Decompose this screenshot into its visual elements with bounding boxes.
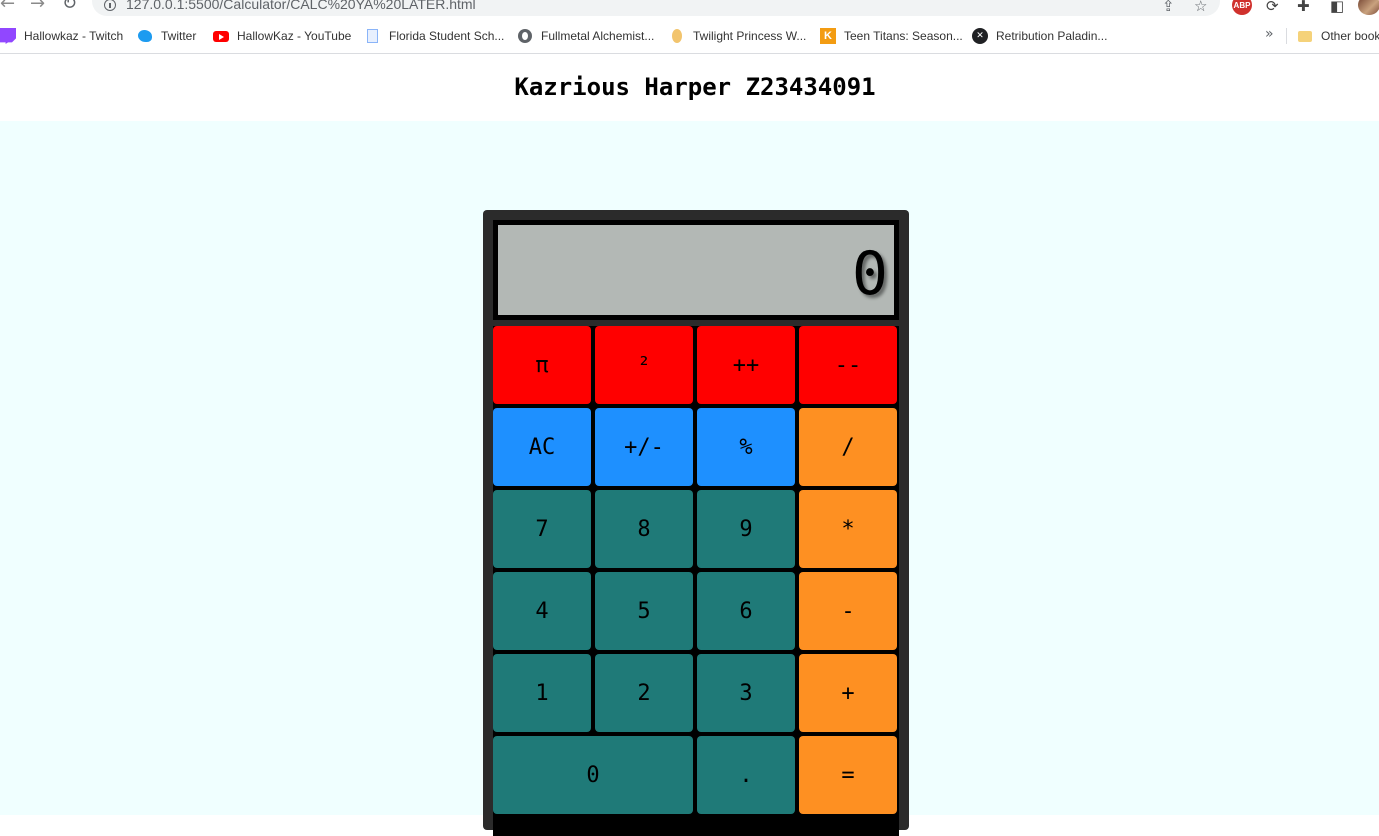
digit-4-button[interactable]: 4 bbox=[493, 572, 591, 650]
url-text[interactable]: 127.0.0.1:5500/Calculator/CALC%20YA%20LA… bbox=[126, 0, 476, 12]
side-panel-icon[interactable]: ◧ bbox=[1330, 0, 1344, 15]
page-header: Kazrious Harper Z23434091 bbox=[0, 55, 1379, 121]
twitter-icon bbox=[137, 28, 153, 44]
bookmark-fullmetal-alchemist[interactable]: Fullmetal Alchemist... bbox=[517, 28, 654, 44]
bookmark-hallowkaz-youtube[interactable]: HallowKaz - YouTube bbox=[213, 28, 351, 44]
digit-1-button[interactable]: 1 bbox=[493, 654, 591, 732]
bookmark-label: Twilight Princess W... bbox=[693, 29, 807, 43]
digit-9-button[interactable]: 9 bbox=[697, 490, 795, 568]
site-info-icon[interactable] bbox=[104, 0, 116, 11]
calculator-display: 0 bbox=[493, 220, 899, 320]
add-button[interactable]: + bbox=[799, 654, 897, 732]
calculator: 0 π ² ++ -- AC +/- % / 7 8 9 * 4 5 6 - 1… bbox=[483, 210, 909, 836]
address-bar-row: ← → ↻ 127.0.0.1:5500/Calculator/CALC%20Y… bbox=[0, 0, 1379, 18]
percent-button[interactable]: % bbox=[697, 408, 795, 486]
bookmark-label: Hallowkaz - Twitch bbox=[24, 29, 124, 43]
extensions-puzzle-icon[interactable]: ✚ bbox=[1297, 0, 1310, 15]
globe-icon bbox=[517, 28, 533, 44]
forward-arrow-icon[interactable]: → bbox=[30, 0, 45, 13]
x-circle-icon bbox=[972, 28, 988, 44]
equals-button[interactable]: = bbox=[799, 736, 897, 814]
youtube-icon bbox=[213, 28, 229, 44]
bookmark-label: Florida Student Sch... bbox=[389, 29, 505, 43]
digit-6-button[interactable]: 6 bbox=[697, 572, 795, 650]
pi-button[interactable]: π bbox=[493, 326, 591, 404]
moon-icon bbox=[669, 28, 685, 44]
multiply-button[interactable]: * bbox=[799, 490, 897, 568]
digit-3-button[interactable]: 3 bbox=[697, 654, 795, 732]
decimal-button[interactable]: . bbox=[697, 736, 795, 814]
document-icon bbox=[365, 28, 381, 44]
keypad: π ² ++ -- AC +/- % / 7 8 9 * 4 5 6 - 1 2… bbox=[493, 326, 899, 836]
bookmark-label: Fullmetal Alchemist... bbox=[541, 29, 655, 43]
bookmark-florida-student[interactable]: Florida Student Sch... bbox=[365, 28, 504, 44]
bookmark-label: HallowKaz - YouTube bbox=[237, 29, 352, 43]
decrement-button[interactable]: -- bbox=[799, 326, 897, 404]
other-bookmarks-label: Other book bbox=[1321, 29, 1379, 43]
adblock-plus-icon[interactable]: ABP bbox=[1232, 0, 1252, 15]
folder-icon bbox=[1297, 28, 1313, 44]
digit-2-button[interactable]: 2 bbox=[595, 654, 693, 732]
bookmark-hallowkaz-twitch[interactable]: Hallowkaz - Twitch bbox=[0, 28, 123, 44]
increment-button[interactable]: ++ bbox=[697, 326, 795, 404]
digit-7-button[interactable]: 7 bbox=[493, 490, 591, 568]
bookmark-star-icon[interactable]: ☆ bbox=[1194, 0, 1207, 15]
k-icon bbox=[820, 28, 836, 44]
digit-5-button[interactable]: 5 bbox=[595, 572, 693, 650]
other-bookmarks-folder[interactable]: Other book bbox=[1297, 28, 1379, 44]
digit-8-button[interactable]: 8 bbox=[595, 490, 693, 568]
profile-avatar[interactable] bbox=[1358, 0, 1379, 15]
share-icon[interactable]: ⇪ bbox=[1162, 0, 1175, 15]
bookmark-twitter[interactable]: Twitter bbox=[137, 28, 196, 44]
back-arrow-icon[interactable]: ← bbox=[0, 0, 15, 13]
sync-extension-icon[interactable]: ⟳ bbox=[1266, 0, 1279, 15]
negate-button[interactable]: +/- bbox=[595, 408, 693, 486]
more-bookmarks-chevron-icon[interactable]: » bbox=[1265, 26, 1274, 42]
twitch-icon bbox=[0, 28, 16, 44]
bookmarks-bar: Hallowkaz - Twitch Twitter HallowKaz - Y… bbox=[0, 18, 1379, 54]
clear-button[interactable]: AC bbox=[493, 408, 591, 486]
subtract-button[interactable]: - bbox=[799, 572, 897, 650]
bookmark-teen-titans[interactable]: Teen Titans: Season... bbox=[820, 28, 963, 44]
display-value: 0 bbox=[851, 239, 888, 309]
bookmarks-divider bbox=[1286, 28, 1287, 44]
bookmark-retribution-paladin[interactable]: Retribution Paladin... bbox=[972, 28, 1107, 44]
omnibox[interactable]: 127.0.0.1:5500/Calculator/CALC%20YA%20LA… bbox=[92, 0, 1220, 16]
bookmark-label: Teen Titans: Season... bbox=[844, 29, 963, 43]
bookmark-twilight-princess[interactable]: Twilight Princess W... bbox=[669, 28, 806, 44]
bookmark-label: Twitter bbox=[161, 29, 197, 43]
digit-0-button[interactable]: 0 bbox=[493, 736, 693, 814]
reload-icon[interactable]: ↻ bbox=[62, 0, 77, 13]
divide-button[interactable]: / bbox=[799, 408, 897, 486]
page-title: Kazrious Harper Z23434091 bbox=[514, 73, 876, 101]
bookmark-label: Retribution Paladin... bbox=[996, 29, 1108, 43]
square-button[interactable]: ² bbox=[595, 326, 693, 404]
